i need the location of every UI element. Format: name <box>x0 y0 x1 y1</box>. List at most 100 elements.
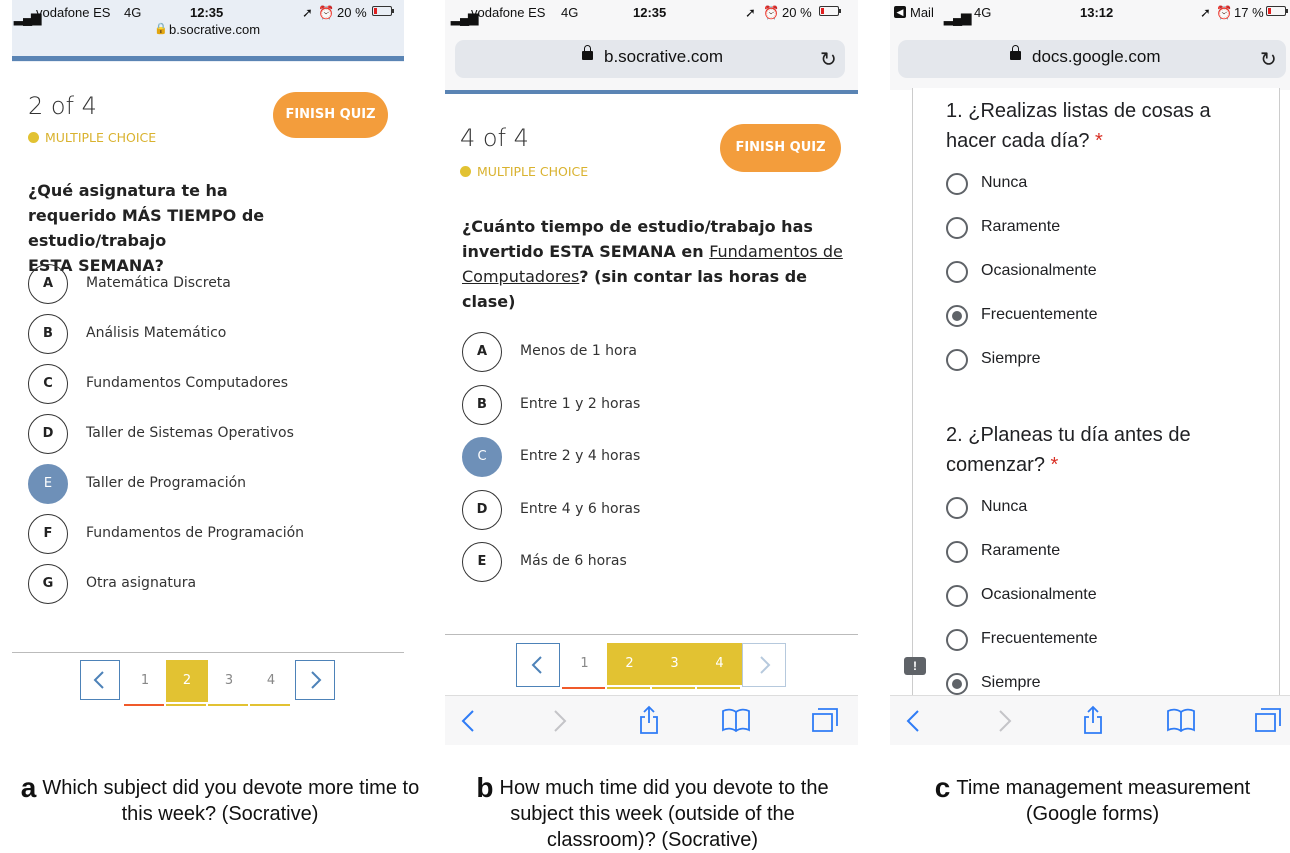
answer-option[interactable]: D Entre 4 y 6 horas <box>462 489 792 534</box>
question-text: ¿Cuánto tiempo de estudio/trabajo has in… <box>462 217 843 311</box>
page-progress-underline <box>652 687 695 689</box>
option-label: Análisis Matemático <box>86 325 227 341</box>
radio-option[interactable]: Nunca <box>946 172 1246 196</box>
back-to-app-icon[interactable]: ◀ <box>894 6 906 18</box>
radio-button[interactable] <box>946 541 968 563</box>
option-letter[interactable]: A <box>28 264 68 304</box>
radio-option[interactable]: Frecuentemente <box>946 304 1246 328</box>
option-letter[interactable]: A <box>462 332 502 372</box>
finish-quiz-button[interactable]: FINISH QUIZ <box>720 124 841 172</box>
radio-button[interactable] <box>946 673 968 695</box>
page-2-tab[interactable]: 2 <box>166 660 208 702</box>
next-question-button[interactable] <box>295 660 335 700</box>
answer-option[interactable]: B Entre 1 y 2 horas <box>462 384 792 429</box>
radio-button[interactable] <box>946 217 968 239</box>
page-3-tab[interactable]: 3 <box>208 660 250 702</box>
safari-toolbar <box>890 695 1290 745</box>
radio-button[interactable] <box>946 173 968 195</box>
time-label: 12:35 <box>190 5 224 20</box>
page-progress-underline <box>697 687 740 689</box>
radio-button[interactable] <box>946 305 968 327</box>
address-bar[interactable]: b.socrative.com ↻ <box>455 40 845 78</box>
answer-option[interactable]: A Matemática Discreta <box>28 264 358 308</box>
radio-label: Frecuentemente <box>981 630 1098 647</box>
carrier-label: vodafone ES <box>36 5 111 20</box>
next-question-button[interactable] <box>742 643 786 687</box>
radio-button[interactable] <box>946 585 968 607</box>
option-letter[interactable]: C <box>462 437 502 477</box>
subject-link[interactable]: Computadores <box>462 267 579 286</box>
back-arrow-icon[interactable] <box>906 709 920 733</box>
radio-option[interactable]: Raramente <box>946 216 1246 240</box>
tabs-icon[interactable] <box>811 707 839 733</box>
back-app-label[interactable]: Mail <box>910 5 934 20</box>
battery-label: 20 % <box>337 5 367 20</box>
panel-c-phone: ◀ Mail ▂▄▆ 4G 13:12 ➚ ⏰ 17 % docs.google… <box>890 0 1290 745</box>
radio-button[interactable] <box>946 497 968 519</box>
option-letter[interactable]: E <box>28 464 68 504</box>
feedback-icon[interactable]: ! <box>904 657 926 675</box>
option-letter[interactable]: F <box>28 514 68 554</box>
required-asterisk: * <box>1050 454 1059 476</box>
subject-link[interactable]: Fundamentos de <box>709 242 843 261</box>
option-letter[interactable]: B <box>462 384 502 425</box>
panel-b-phone: ▂▄▆ vodafone ES 4G 12:35 ➚ ⏰ 20 % b.socr… <box>445 0 858 745</box>
bookmarks-icon[interactable] <box>721 708 751 732</box>
forward-arrow-icon[interactable] <box>553 709 567 733</box>
back-arrow-icon[interactable] <box>461 709 475 733</box>
page-3-tab[interactable]: 3 <box>652 643 697 685</box>
radio-button[interactable] <box>946 629 968 651</box>
tabs-icon[interactable] <box>1254 707 1282 733</box>
radio-option[interactable]: Frecuentemente <box>946 628 1246 652</box>
answer-option[interactable]: D Taller de Sistemas Operativos <box>28 414 358 458</box>
forward-arrow-icon[interactable] <box>998 709 1012 733</box>
radio-option[interactable]: Siempre <box>946 672 1246 696</box>
option-letter[interactable]: G <box>28 564 68 604</box>
share-icon[interactable] <box>638 705 660 735</box>
panel-a-phone: ▂▄▆ vodafone ES 4G 12:35 ➚ ⏰ 20 % 🔒 b.so… <box>12 0 404 720</box>
question-type: MULTIPLE CHOICE <box>460 164 588 179</box>
answer-option[interactable]: E Taller de Programación <box>28 464 358 508</box>
reload-icon[interactable]: ↻ <box>1260 47 1277 72</box>
previous-question-button[interactable] <box>80 660 120 700</box>
page-4-tab[interactable]: 4 <box>250 660 292 702</box>
answer-option[interactable]: C Entre 2 y 4 horas <box>462 437 792 481</box>
page-2-tab[interactable]: 2 <box>607 643 652 685</box>
bookmarks-icon[interactable] <box>1166 708 1196 732</box>
answer-option[interactable]: G Otra asignatura <box>28 564 358 608</box>
answer-option[interactable]: C Fundamentos Computadores <box>28 364 358 408</box>
page-4-tab[interactable]: 4 <box>697 643 742 685</box>
radio-option[interactable]: Ocasionalmente <box>946 584 1246 608</box>
page-1-tab[interactable]: 1 <box>124 660 166 702</box>
answer-option[interactable]: A Menos de 1 hora <box>462 332 792 376</box>
radio-option[interactable]: Raramente <box>946 540 1246 564</box>
option-label: Entre 1 y 2 horas <box>520 395 641 412</box>
address-bar[interactable]: docs.google.com ↻ <box>898 40 1286 78</box>
finish-quiz-button[interactable]: FINISH QUIZ <box>273 92 388 138</box>
radio-button[interactable] <box>946 261 968 283</box>
option-letter[interactable]: E <box>462 542 502 582</box>
answer-option[interactable]: F Fundamentos de Programación <box>28 514 358 558</box>
answer-option[interactable]: B Análisis Matemático <box>28 314 358 358</box>
option-label: Taller de Sistemas Operativos <box>86 425 294 441</box>
share-icon[interactable] <box>1082 705 1104 735</box>
option-letter[interactable]: D <box>462 489 502 530</box>
previous-question-button[interactable] <box>516 643 560 687</box>
option-letter[interactable]: C <box>28 364 68 404</box>
reload-icon[interactable]: ↻ <box>820 47 837 72</box>
location-arrow-icon: ➚ <box>745 5 756 20</box>
radio-label: Ocasionalmente <box>981 586 1097 603</box>
option-letter[interactable]: B <box>28 314 68 354</box>
radio-option[interactable]: Ocasionalmente <box>946 260 1246 284</box>
answer-option[interactable]: E Más de 6 horas <box>462 542 792 586</box>
question-type: MULTIPLE CHOICE <box>28 130 156 145</box>
header-divider <box>12 56 404 61</box>
radio-option[interactable]: Nunca <box>946 496 1246 520</box>
radio-label: Nunca <box>981 174 1028 191</box>
radio-option[interactable]: Siempre <box>946 348 1246 372</box>
page-1-tab[interactable]: 1 <box>562 643 607 685</box>
url-label: docs.google.com <box>1032 47 1161 66</box>
network-label: 4G <box>974 5 992 20</box>
radio-button[interactable] <box>946 349 968 371</box>
option-letter[interactable]: D <box>28 414 68 454</box>
